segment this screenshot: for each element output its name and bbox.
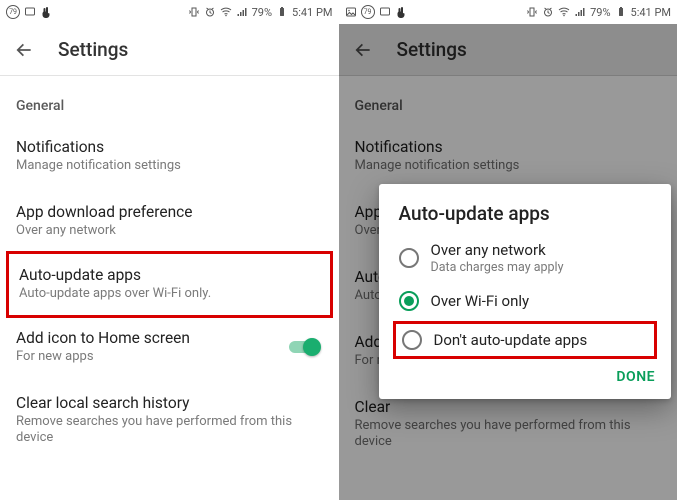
settings-item-download-pref[interactable]: App download preference Over any network bbox=[0, 189, 339, 254]
option-wifi-only[interactable]: Over Wi-Fi only bbox=[379, 283, 672, 319]
switch-thumb bbox=[303, 338, 321, 356]
signal-icon bbox=[236, 6, 248, 18]
signal-icon bbox=[574, 6, 586, 18]
settings-item-clear-history[interactable]: Clear local search history Remove search… bbox=[0, 380, 339, 462]
counter-badge-icon: 79 bbox=[361, 5, 375, 19]
page-title: Settings bbox=[397, 38, 467, 61]
option-any-network[interactable]: Over any network Data charges may apply bbox=[379, 233, 672, 283]
clock-text: 5:41 PM bbox=[631, 6, 671, 19]
screenshot-left: 79 79% 5:41 PM Settings General Notifica… bbox=[0, 0, 339, 500]
battery-icon bbox=[615, 6, 627, 18]
item-subtitle: Over any network bbox=[16, 223, 323, 240]
option-label: Over Wi-Fi only bbox=[431, 292, 530, 310]
settings-item-auto-update[interactable]: Auto-update apps Auto-update apps over W… bbox=[6, 251, 333, 318]
status-bar: 79 79% 5:41 PM bbox=[339, 0, 677, 24]
item-subtitle: Remove searches you have performed from … bbox=[16, 414, 323, 448]
settings-item-add-icon[interactable]: Add icon to Home screen For new apps bbox=[0, 315, 339, 380]
image-icon bbox=[345, 6, 357, 18]
option-label: Over any network bbox=[431, 241, 564, 259]
app-bar: Settings bbox=[0, 24, 339, 76]
section-header-general: General bbox=[339, 76, 677, 124]
radio-unchecked-icon bbox=[402, 330, 422, 350]
toggle-switch[interactable] bbox=[287, 338, 321, 356]
item-title: Clear local search history bbox=[16, 394, 323, 412]
option-label: Don't auto-update apps bbox=[434, 331, 588, 349]
wifi-icon bbox=[558, 6, 570, 18]
vibrate-icon bbox=[526, 6, 538, 18]
option-dont-update[interactable]: Don't auto-update apps bbox=[393, 321, 658, 359]
page-title: Settings bbox=[58, 38, 128, 61]
screenshot-right: 79 79% 5:41 PM Settings General Notif bbox=[339, 0, 677, 500]
item-title: Add icon to Home screen bbox=[16, 329, 279, 347]
item-title: Clear bbox=[355, 398, 662, 416]
item-subtitle: Manage notification settings bbox=[16, 158, 323, 175]
battery-icon bbox=[276, 6, 288, 18]
settings-item-notifications[interactable]: Notifications Manage notification settin… bbox=[0, 124, 339, 189]
status-bar: 79 79% 5:41 PM bbox=[0, 0, 339, 24]
wifi-icon bbox=[220, 6, 232, 18]
done-button[interactable]: DONE bbox=[616, 369, 655, 385]
battery-text: 79% bbox=[590, 6, 610, 19]
item-title: Notifications bbox=[16, 138, 323, 156]
counter-badge-icon: 79 bbox=[6, 5, 20, 19]
back-arrow-icon[interactable] bbox=[14, 40, 34, 60]
section-header-general: General bbox=[0, 76, 339, 124]
settings-item-notifications: Notifications Manage notification settin… bbox=[339, 124, 677, 189]
item-title: Notifications bbox=[355, 138, 662, 156]
dialog-title: Auto-update apps bbox=[379, 184, 672, 233]
radio-unchecked-icon bbox=[399, 248, 419, 268]
item-title: Auto-update apps bbox=[19, 266, 320, 284]
alarm-icon bbox=[542, 6, 554, 18]
battery-text: 79% bbox=[252, 6, 272, 19]
app-bar: Settings bbox=[339, 24, 677, 76]
item-subtitle: For new apps bbox=[16, 349, 279, 366]
auto-update-dialog: Auto-update apps Over any network Data c… bbox=[379, 184, 672, 399]
clock-text: 5:41 PM bbox=[292, 6, 332, 19]
item-subtitle: Auto-update apps over Wi-Fi only. bbox=[19, 286, 320, 303]
radio-checked-icon bbox=[399, 291, 419, 311]
item-title: App download preference bbox=[16, 203, 323, 221]
cast-icon bbox=[379, 6, 391, 18]
cast-icon bbox=[24, 6, 36, 18]
item-subtitle: Remove searches you have performed from … bbox=[355, 418, 662, 452]
dialog-actions: DONE bbox=[379, 363, 672, 399]
hand-icon bbox=[395, 6, 407, 18]
alarm-icon bbox=[204, 6, 216, 18]
back-arrow-icon bbox=[353, 40, 373, 60]
hand-icon bbox=[40, 6, 52, 18]
item-subtitle: Manage notification settings bbox=[355, 158, 662, 175]
option-sublabel: Data charges may apply bbox=[431, 260, 564, 275]
vibrate-icon bbox=[188, 6, 200, 18]
